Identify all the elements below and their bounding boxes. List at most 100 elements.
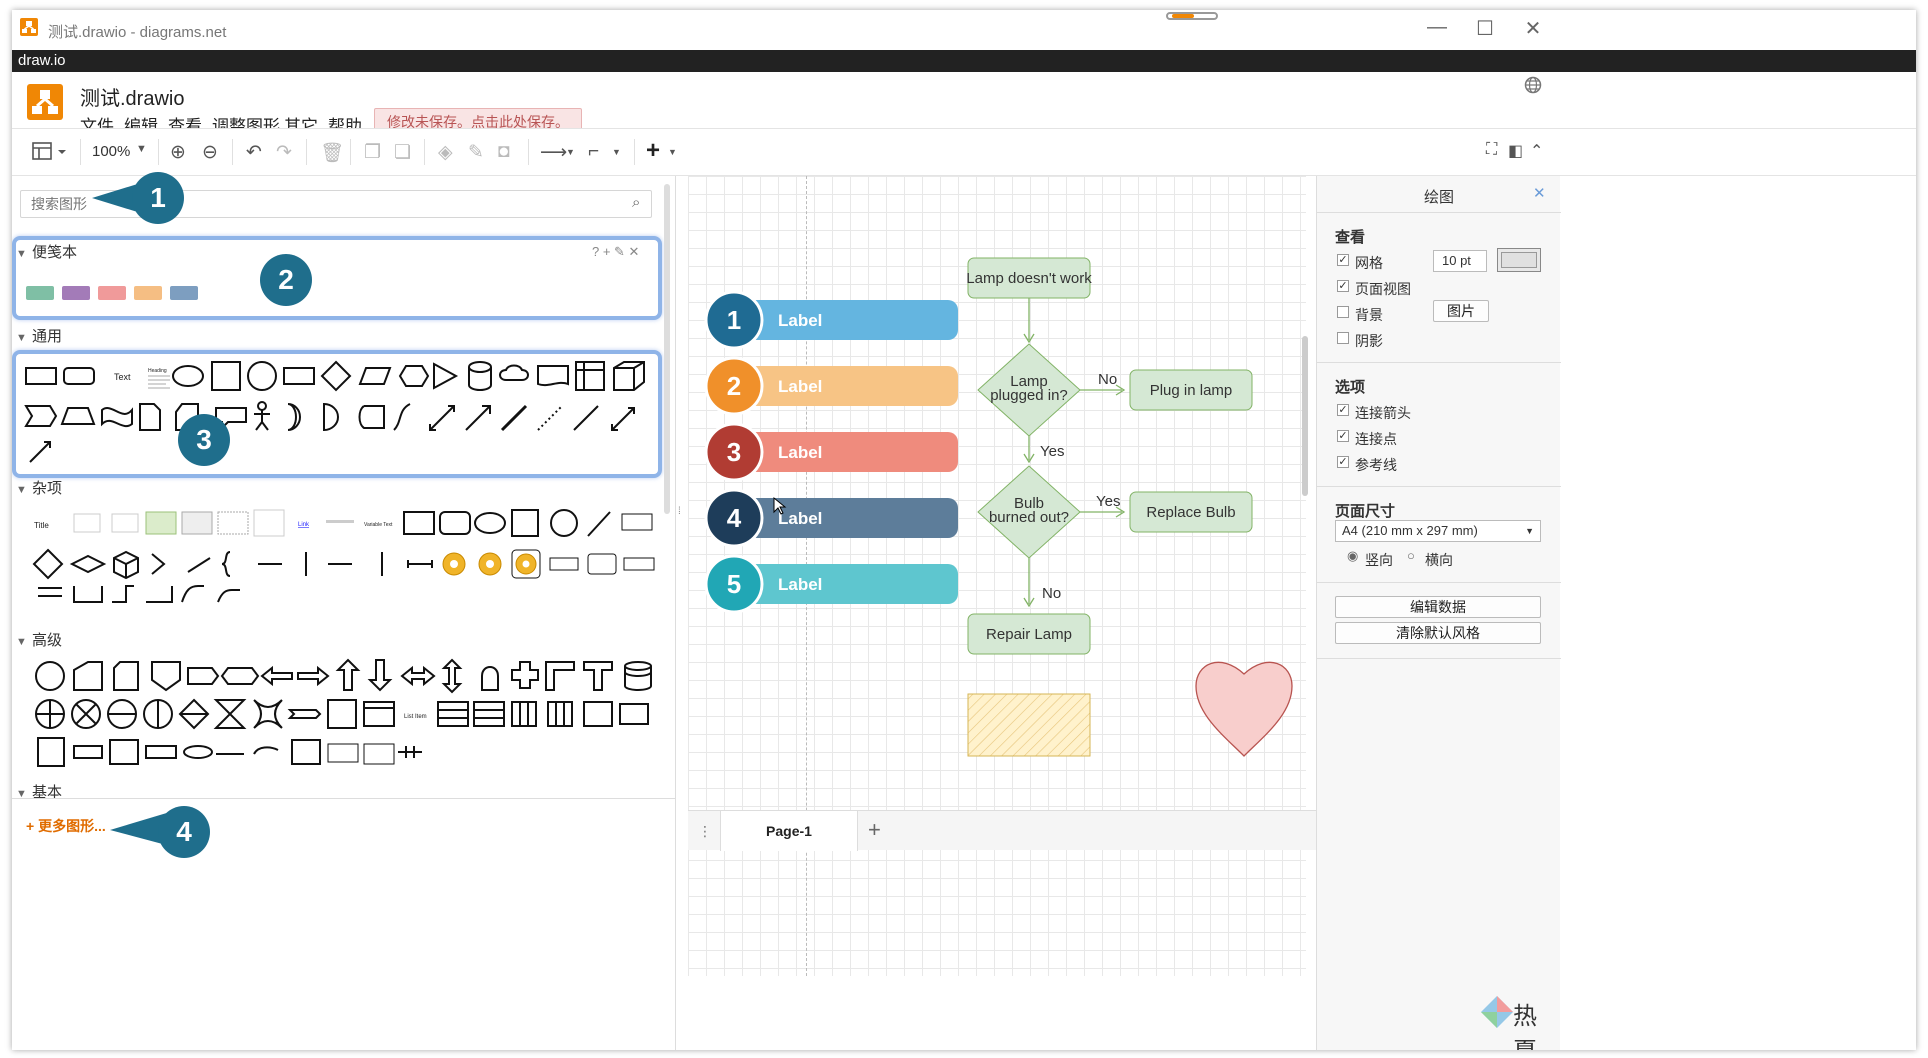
heart-shape[interactable] <box>1195 661 1293 757</box>
zoom-in-icon[interactable]: ⊕ <box>170 141 186 164</box>
hatched-rectangle[interactable] <box>967 693 1091 757</box>
diagram-svg[interactable]: 1 Label 2 Label 3 Label 4 Label 5 Label … <box>676 176 1316 976</box>
shadow-label: 阴影 <box>1355 333 1383 349</box>
section-advanced[interactable]: ▼ 高级 <box>12 630 675 652</box>
insert-plus-icon[interactable]: + <box>646 137 660 165</box>
delete-icon[interactable]: 🗑 <box>320 141 344 165</box>
image-button[interactable]: 图片 <box>1433 300 1489 322</box>
to-front-icon[interactable]: ❐ <box>364 141 381 164</box>
text-shape[interactable]: Text <box>114 372 131 382</box>
clear-default-style-button[interactable]: 清除默认风格 <box>1335 622 1541 644</box>
fill-color-icon[interactable]: ◈ <box>438 141 453 164</box>
node-action-1[interactable]: Plug in lamp <box>1129 369 1253 411</box>
grid-color-swatch[interactable] <box>1497 248 1541 272</box>
numbered-item-4[interactable]: 4 Label <box>704 488 958 548</box>
general-shapes[interactable]: Text Heading <box>22 358 662 474</box>
heading-shape-lines <box>148 375 170 389</box>
sidebar-scrollbar[interactable] <box>664 184 670 514</box>
insert-dropdown-icon[interactable]: ▼ <box>668 147 677 157</box>
callout-4: 4 <box>158 806 210 858</box>
landscape-label: 横向 <box>1425 552 1453 568</box>
numbered-item-5[interactable]: 5 Label <box>704 554 958 614</box>
add-page-icon[interactable]: + <box>868 817 881 843</box>
paper-size-select[interactable]: A4 (210 mm x 297 mm) ▼ <box>1335 520 1541 542</box>
app-name: draw.io <box>18 52 66 69</box>
svg-text:Label: Label <box>778 443 822 462</box>
waypoints-icon[interactable]: ⌐ <box>588 141 599 163</box>
grid-checkbox[interactable]: ✓ <box>1337 254 1349 266</box>
guides-checkbox[interactable]: ✓ <box>1337 456 1349 468</box>
options-heading: 选项 <box>1335 379 1366 396</box>
misc-shapes[interactable]: Title Link Variable Text <box>22 506 662 616</box>
background-checkbox[interactable] <box>1337 306 1349 318</box>
canvas-v-scrollbar[interactable] <box>1302 336 1308 496</box>
zoom-out-icon[interactable]: ⊖ <box>202 141 218 164</box>
app-window: 测试.drawio - diagrams.net — ☐ ✕ draw.io 测… <box>12 10 1916 1050</box>
grid-label: 网格 <box>1355 255 1383 271</box>
flowchart-edges[interactable] <box>1023 289 1126 608</box>
toggle-panel-icon[interactable]: ◧ <box>1508 141 1523 161</box>
connection-arrows-checkbox[interactable]: ✓ <box>1337 404 1349 416</box>
grid-size-input[interactable]: 10 pt <box>1433 250 1487 272</box>
node-start[interactable]: Lamp doesn't work <box>966 257 1092 299</box>
page-view-checkbox[interactable]: ✓ <box>1337 280 1349 292</box>
language-globe-icon[interactable] <box>1524 76 1542 94</box>
landscape-radio[interactable]: ○ <box>1407 548 1415 563</box>
advanced-shapes[interactable]: List Item <box>22 658 662 768</box>
edge-label-no-1: No <box>1098 371 1117 388</box>
waypoints-dropdown-icon[interactable]: ▼ <box>612 147 621 157</box>
link-shape[interactable]: Link <box>298 522 310 528</box>
connection-dropdown-icon[interactable]: ▼ <box>566 147 575 157</box>
minimize-icon[interactable]: — <box>1417 16 1457 39</box>
page-tabs-bar: ⋮ Page-1 + <box>688 810 1316 851</box>
heading-shape[interactable]: Heading <box>148 368 167 374</box>
node-decision-2[interactable]: Bulb burned out? <box>977 465 1081 559</box>
connection-points-checkbox[interactable]: ✓ <box>1337 430 1349 442</box>
close-panel-icon[interactable]: ✕ <box>1533 184 1546 202</box>
title-shape[interactable]: Title <box>34 521 49 530</box>
shadow-checkbox[interactable] <box>1337 332 1349 344</box>
diagram-canvas[interactable]: 1 Label 2 Label 3 Label 4 Label 5 Label … <box>676 176 1316 976</box>
zoom-level[interactable]: 100% <box>92 143 130 160</box>
toolbar: 100% ▼ ⊕ ⊖ ↶ ↷ 🗑 ❐ ❏ ◈ ✎ ◘ ⟶ ▼ ⌐ ▼ + ▼ ⛶… <box>12 128 1916 176</box>
redo-icon[interactable]: ↷ <box>276 141 292 164</box>
search-icon[interactable]: ⌕ <box>632 194 640 211</box>
collapse-icon[interactable]: ⌃ <box>1530 141 1543 161</box>
section-general[interactable]: ▼ 通用 <box>12 326 675 348</box>
svg-text:Replace Bulb: Replace Bulb <box>1146 504 1235 521</box>
numbered-item-2[interactable]: 2 Label <box>704 356 958 416</box>
section-scratchpad[interactable]: ▼ 便笺本 <box>12 242 675 264</box>
format-panel: 绘图 ✕ 查看 ✓ 网格 10 pt ✓ 页面视图 背景 图片 阴影 选项 ✓ … <box>1316 176 1561 1050</box>
format-panel-toggle-icon[interactable] <box>32 141 68 163</box>
node-decision-1[interactable]: Lamp plugged in? <box>977 343 1081 437</box>
fullscreen-icon[interactable]: ⛶ <box>1486 141 1497 159</box>
document-title[interactable]: 测试.drawio <box>80 82 184 111</box>
connection-style-icon[interactable]: ⟶ <box>540 141 567 164</box>
maximize-icon[interactable]: ☐ <box>1465 16 1505 41</box>
svg-text:plugged in?: plugged in? <box>990 387 1068 404</box>
page-tab-1[interactable]: Page-1 <box>720 811 858 851</box>
app-bar: draw.io <box>12 50 1916 72</box>
pages-menu-icon[interactable]: ⋮ <box>698 823 712 840</box>
to-back-icon[interactable]: ❏ <box>394 141 411 164</box>
node-action-2[interactable]: Replace Bulb <box>1129 491 1253 533</box>
edit-data-button[interactable]: 编辑数据 <box>1335 596 1541 618</box>
app-icon <box>20 18 38 36</box>
numbered-item-1[interactable]: 1 Label <box>704 290 958 350</box>
scratchpad-actions-icon[interactable]: ? + ✎ ✕ <box>592 244 639 260</box>
window-title: 测试.drawio - diagrams.net <box>48 24 227 41</box>
numbered-item-3[interactable]: 3 Label <box>704 422 958 482</box>
list-item-shape[interactable]: List Item <box>404 714 427 720</box>
variable-text-shape[interactable]: Variable Text <box>364 522 393 528</box>
shadow-icon[interactable]: ◘ <box>498 141 509 163</box>
node-end[interactable]: Repair Lamp <box>967 613 1091 655</box>
scratchpad-items[interactable] <box>24 284 214 302</box>
section-misc[interactable]: ▼ 杂项 <box>12 478 675 500</box>
zoom-dropdown-icon[interactable]: ▼ <box>136 143 147 155</box>
more-shapes-link[interactable]: + 更多图形... <box>26 816 106 836</box>
portrait-radio[interactable]: ◉ <box>1347 548 1358 564</box>
close-window-icon[interactable]: ✕ <box>1513 16 1553 41</box>
undo-icon[interactable]: ↶ <box>246 141 262 164</box>
panel-resize-handle-icon[interactable]: ⁞ <box>678 506 681 517</box>
line-color-icon[interactable]: ✎ <box>468 141 484 164</box>
